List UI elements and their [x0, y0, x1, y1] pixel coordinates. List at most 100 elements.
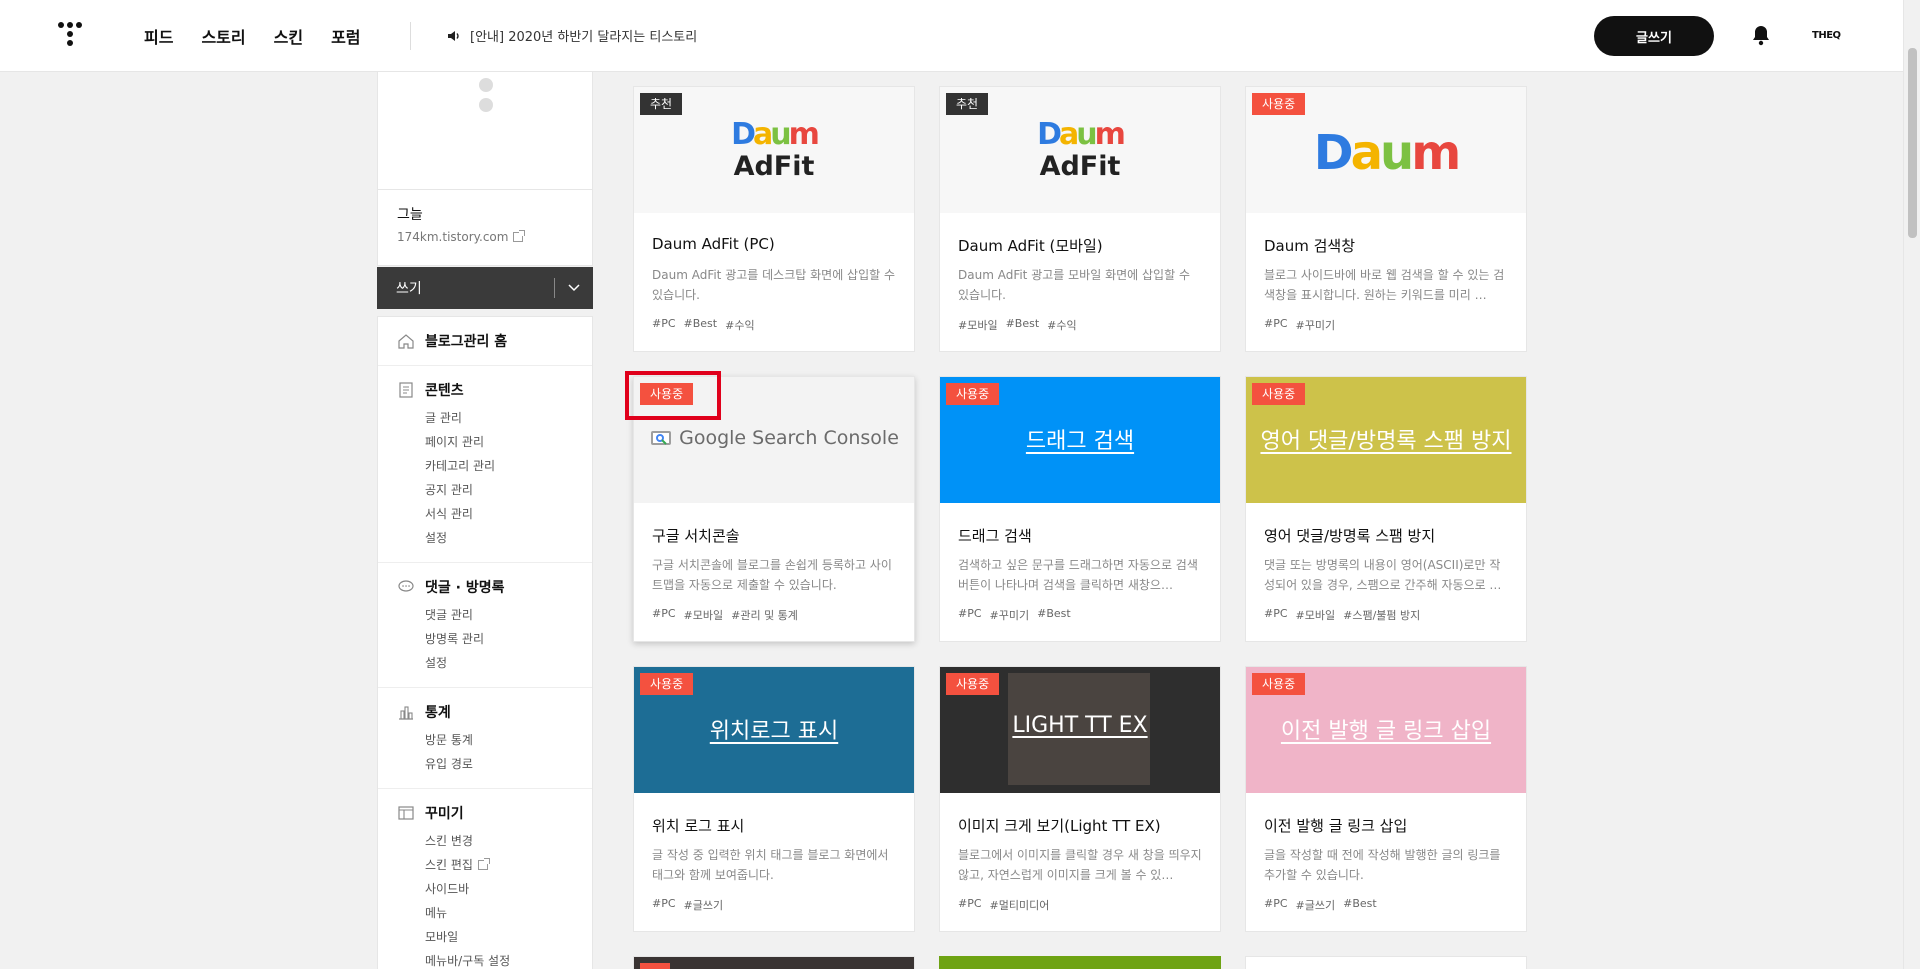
- nav-story[interactable]: 스토리: [201, 24, 245, 48]
- menu-group-title[interactable]: 댓글 · 방명록: [397, 577, 592, 597]
- plugin-card[interactable]: 이전 발행 글 링크 삽입 사용중 이전 발행 글 링크 삽입 글을 작성할 때 전에…: [1245, 666, 1527, 932]
- plugin-title: 드래그 검색: [958, 527, 1032, 545]
- status-badge: 사용중: [946, 383, 1000, 405]
- nav-feed[interactable]: 피드: [144, 24, 173, 48]
- notice-link[interactable]: [안내] 2020년 하반기 달라지는 티스토리: [446, 26, 697, 45]
- menu-item-skin-edit[interactable]: 스킨 편집: [397, 853, 592, 877]
- status-badge: 사용중: [640, 673, 694, 695]
- status-badge: 사용중: [1252, 383, 1306, 405]
- blog-name[interactable]: 그늘: [397, 204, 573, 224]
- bell-icon[interactable]: [1751, 24, 1771, 46]
- plugin-title: 이전 발행 글 링크 삽입: [1264, 817, 1408, 835]
- nav-forum[interactable]: 포럼: [331, 24, 360, 48]
- plugin-card[interactable]: Daum AdFit 추천 Daum AdFit (모바일) Daum AdFit 광고…: [939, 86, 1221, 352]
- write-dropdown[interactable]: 쓰기: [377, 267, 593, 309]
- tag: #PC: [652, 317, 676, 330]
- header-divider: [410, 22, 411, 50]
- menu-item[interactable]: 모바일: [397, 925, 592, 949]
- menu-item[interactable]: 설정: [397, 526, 592, 550]
- adfit-logo-icon: AdFit: [1039, 151, 1121, 182]
- menu-home[interactable]: 블로그관리 홈: [378, 317, 592, 366]
- plugin-title: Daum AdFit (모바일): [958, 237, 1103, 255]
- admin-menu: 블로그관리 홈 콘텐츠 글 관리 페이지 관리 카테고리 관리 공지 관리 서식…: [377, 316, 593, 969]
- page-scrollbar[interactable]: [1903, 0, 1920, 969]
- admin-sidebar: 그늘 174km.tistory.com 쓰기 블로그관리 홈 콘텐츠 글 관리…: [377, 72, 593, 969]
- thumbnail-text: 드래그 검색: [1025, 429, 1135, 454]
- tag: #모바일: [1295, 609, 1336, 622]
- thumbnail-text: 이전 발행 글 링크 삽입: [1280, 719, 1492, 744]
- external-link-icon: [477, 858, 490, 870]
- tag: #PC: [958, 607, 982, 620]
- plugin-card-partial[interactable]: [633, 956, 915, 969]
- menu-item[interactable]: 댓글 관리: [397, 603, 592, 627]
- menu-item[interactable]: 공지 관리: [397, 478, 592, 502]
- profile-image: [377, 72, 593, 190]
- plugin-card[interactable]: Daum AdFit 추천 Daum AdFit (PC) Daum AdFit 광고를…: [633, 86, 915, 352]
- daum-logo-icon: Daum: [1037, 117, 1126, 152]
- tag: #글쓰기: [683, 899, 724, 912]
- menu-group-title[interactable]: 통계: [397, 702, 592, 722]
- speaker-icon: [448, 30, 459, 41]
- menu-item-label: 스킨 편집: [425, 858, 473, 872]
- plugin-tags: #PC #글쓰기: [652, 897, 723, 913]
- menu-group-title[interactable]: 꾸미기: [397, 803, 592, 823]
- menu-item[interactable]: 글 관리: [397, 406, 592, 430]
- status-badge: 추천: [946, 93, 989, 115]
- menu-group-label: 콘텐츠: [425, 383, 464, 399]
- menu-item[interactable]: 서식 관리: [397, 502, 592, 526]
- plugin-title: Daum AdFit (PC): [652, 235, 775, 253]
- menu-item[interactable]: 유입 경로: [397, 752, 592, 776]
- menu-home-label: 블로그관리 홈: [425, 334, 508, 350]
- search-console-icon: [651, 431, 672, 445]
- plugin-card[interactable]: 영어 댓글/방명록 스팸 방지 사용중 영어 댓글/방명록 스팸 방지 댓글 또는 방…: [1245, 376, 1527, 642]
- menu-item[interactable]: 카테고리 관리: [397, 454, 592, 478]
- chart-icon: [399, 706, 413, 720]
- menu-item[interactable]: 스킨 변경: [397, 829, 592, 853]
- menu-item[interactable]: 메뉴바/구독 설정: [397, 949, 592, 969]
- thumbnail-text: 영어 댓글/방명록 스팸 방지: [1260, 429, 1512, 454]
- plugin-card[interactable]: 위치로그 표시 사용중 위치 로그 표시 글 작성 중 입력한 위치 태그를 블로그 …: [633, 666, 915, 932]
- comment-icon: [398, 580, 414, 592]
- blog-info: 그늘 174km.tistory.com: [377, 190, 593, 266]
- tistory-logo-icon[interactable]: [58, 22, 86, 50]
- plugin-thumbnail: Daum 사용중: [1246, 87, 1526, 213]
- plugin-description: 글 작성 중 입력한 위치 태그를 블로그 화면에서 태그와 함께 보여줍니다.: [652, 848, 889, 882]
- write-post-button[interactable]: 글쓰기: [1594, 16, 1714, 56]
- plugin-card-partial[interactable]: [1245, 956, 1527, 969]
- layout-icon: [398, 806, 414, 820]
- blog-url-link[interactable]: 174km.tistory.com: [397, 230, 573, 244]
- tag: #모바일: [683, 609, 724, 622]
- plugin-title: 이미지 크게 보기(Light TT EX): [958, 817, 1161, 835]
- scrollbar-thumb[interactable]: [1908, 48, 1917, 238]
- chevron-down-icon[interactable]: [555, 284, 593, 292]
- menu-group-contents: 콘텐츠 글 관리 페이지 관리 카테고리 관리 공지 관리 서식 관리 설정: [378, 366, 592, 563]
- menu-group-label: 통계: [425, 705, 451, 721]
- menu-group-label: 댓글 · 방명록: [425, 580, 505, 596]
- tag: #PC: [1264, 897, 1288, 910]
- tag: #모바일: [958, 319, 998, 332]
- menu-item[interactable]: 설정: [397, 651, 592, 675]
- menu-group-comments: 댓글 · 방명록 댓글 관리 방명록 관리 설정: [378, 563, 592, 688]
- menu-group-title[interactable]: 콘텐츠: [397, 380, 592, 400]
- home-icon: [398, 334, 414, 349]
- menu-item[interactable]: 방명록 관리: [397, 627, 592, 651]
- plugin-description: Daum AdFit 광고를 모바일 화면에 삽입할 수 있습니다.: [958, 268, 1190, 302]
- menu-group-design: 꾸미기 스킨 변경 스킨 편집 사이드바 메뉴 모바일 메뉴바/구독 설정: [378, 789, 592, 969]
- tag: #PC: [652, 607, 676, 620]
- nav-skin[interactable]: 스킨: [274, 24, 303, 48]
- plugin-title: 위치 로그 표시: [652, 817, 745, 835]
- write-label[interactable]: 쓰기: [377, 278, 554, 298]
- plugin-card[interactable]: LIGHT TT EX 사용중 이미지 크게 보기(Light TT EX) 블로그에…: [939, 666, 1221, 932]
- menu-item[interactable]: 사이드바: [397, 877, 592, 901]
- tag: #멀티미디어: [989, 899, 1050, 912]
- menu-item[interactable]: 페이지 관리: [397, 430, 592, 454]
- menu-item[interactable]: 메뉴: [397, 901, 592, 925]
- plugin-card[interactable]: 드래그 검색 사용중 드래그 검색 검색하고 싶은 문구를 드래그하면 자동으로 검색…: [939, 376, 1221, 642]
- plugin-card-partial[interactable]: [939, 956, 1221, 969]
- account-brand[interactable]: THEQ: [1812, 30, 1841, 41]
- plugin-tags: #PC #멀티미디어: [958, 897, 1049, 913]
- plugin-description: 블로그 사이드바에 바로 웹 검색을 할 수 있는 검색창을 표시합니다. 원하…: [1264, 268, 1505, 302]
- menu-item[interactable]: 방문 통계: [397, 728, 592, 752]
- plugin-card[interactable]: Daum 사용중 Daum 검색창 블로그 사이드바에 바로 웹 검색을 할 수 있는…: [1245, 86, 1527, 352]
- daum-logo-icon: Daum: [1313, 125, 1461, 181]
